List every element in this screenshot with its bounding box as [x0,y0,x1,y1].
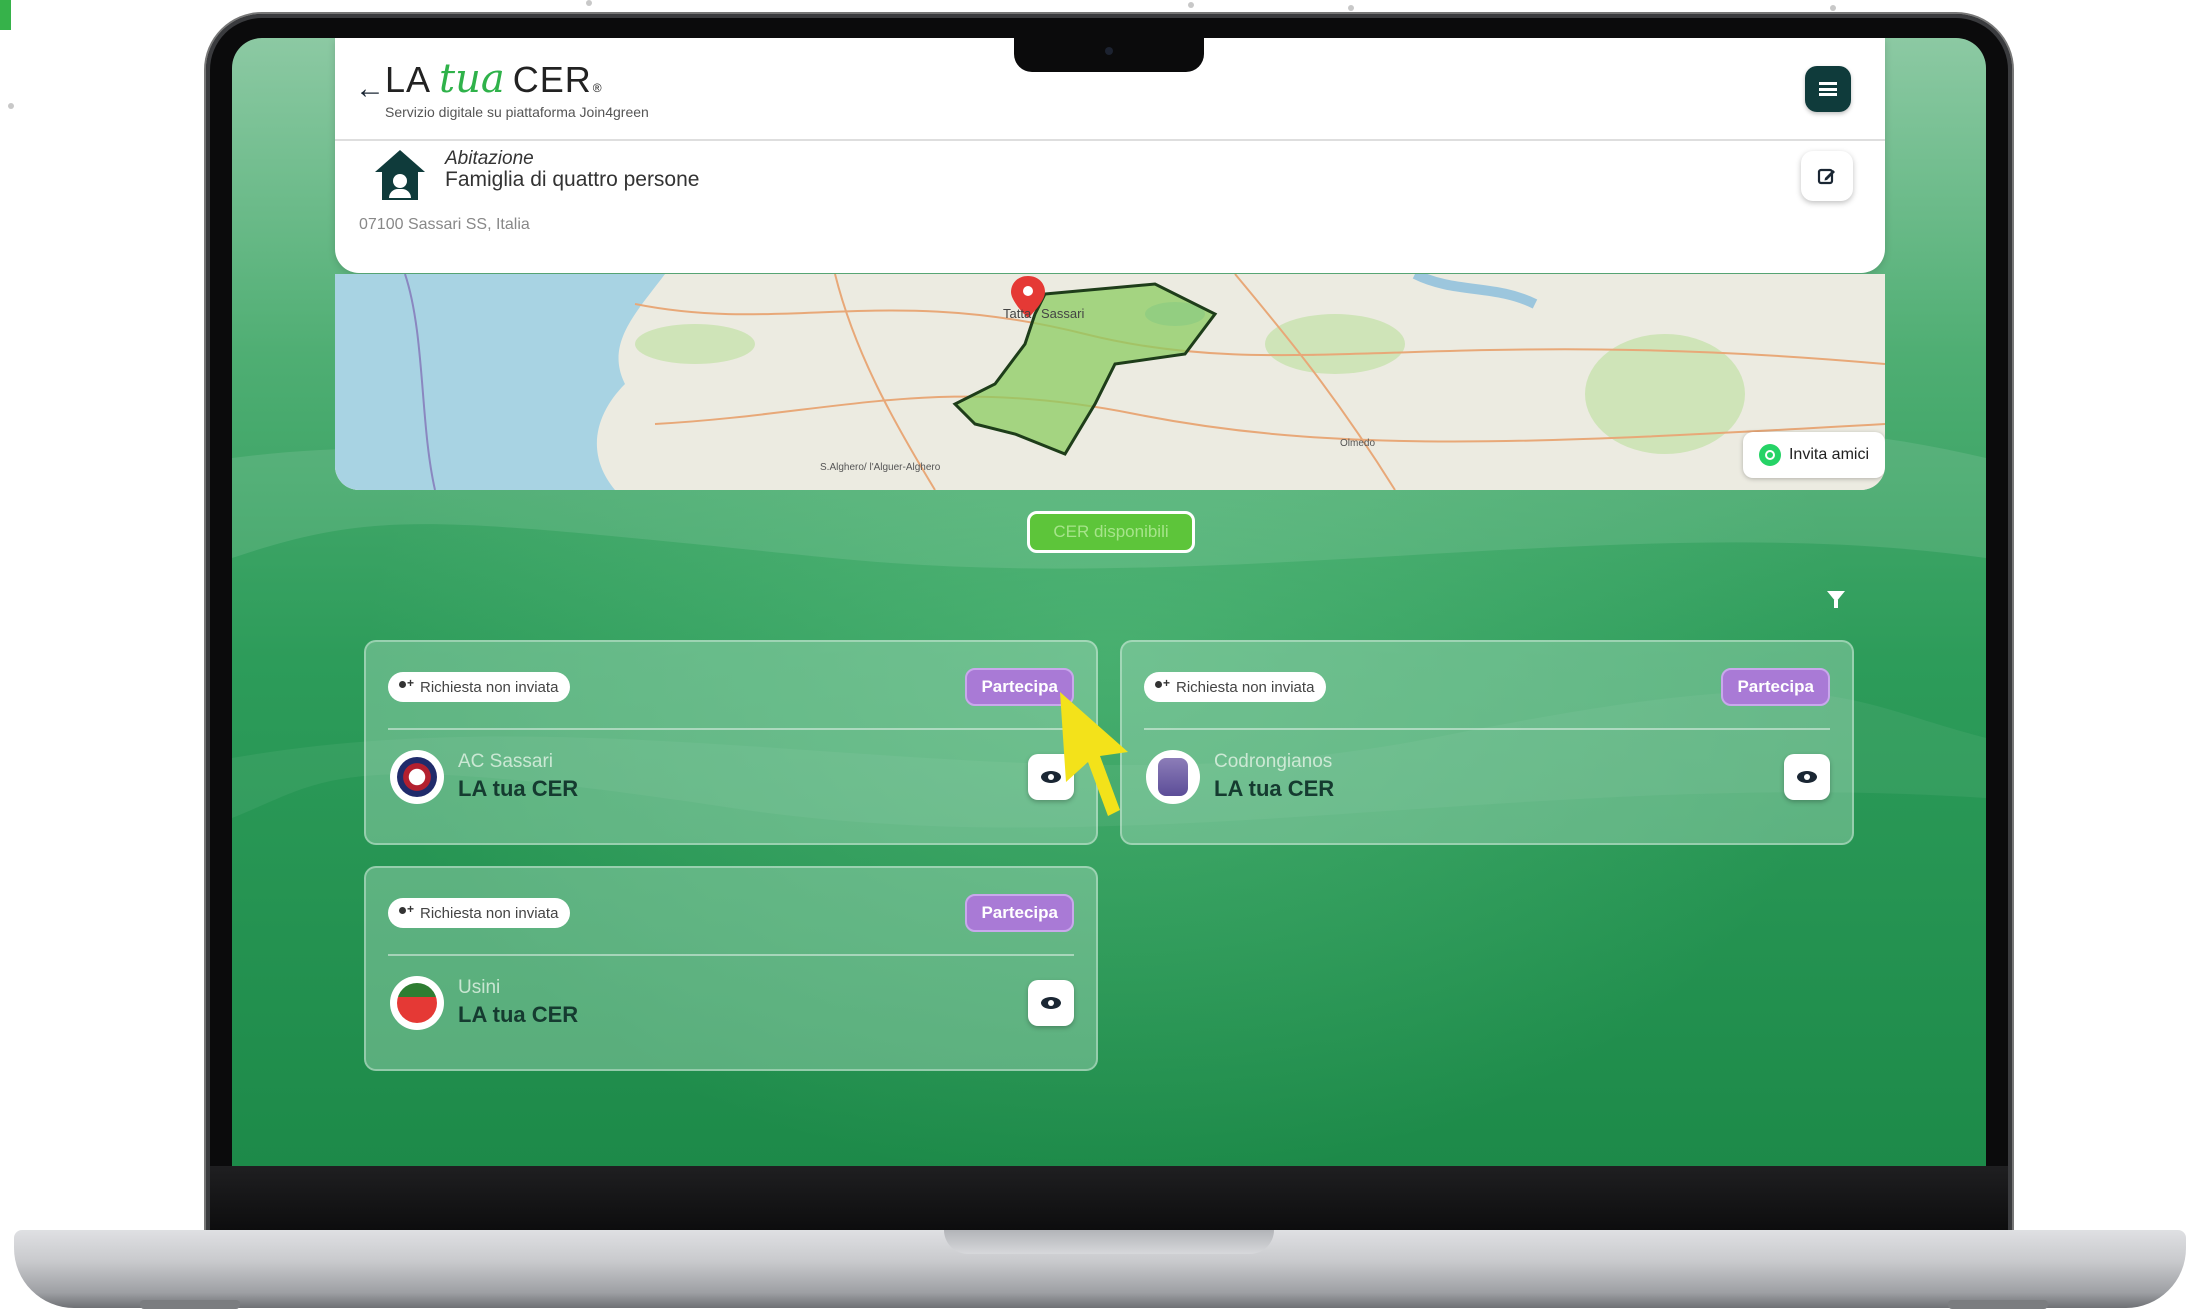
map-label-tatta: Tatta [1003,306,1032,321]
house-icon [375,150,425,202]
decorative-green-bar [0,0,11,30]
status-text: Richiesta non inviata [1176,678,1315,696]
card-divider [388,954,1074,956]
join-button[interactable]: Partecipa [965,894,1074,932]
cer-card: Richiesta non inviata Partecipa Codrongi… [1120,640,1854,845]
camera-icon [1105,47,1113,55]
status-badge: Richiesta non inviata [1144,672,1327,702]
app-subtitle: Servizio digitale su piattaforma Join4gr… [385,104,649,120]
decorative-dot [1188,2,1194,8]
card-city: Codrongianos [1214,751,1333,772]
decorative-dot [1830,5,1836,11]
header-divider [335,139,1885,141]
view-button[interactable] [1028,980,1074,1026]
user-plus-icon [398,902,414,919]
status-badge: Richiesta non inviata [388,672,571,702]
edit-profile-button[interactable] [1801,151,1853,201]
edit-icon [1817,168,1835,185]
whatsapp-icon [1758,444,1781,466]
cer-card: Richiesta non inviata Partecipa Usini LA… [364,866,1098,1071]
card-city: AC Sassari [458,751,554,772]
city-crest-icon [1146,750,1200,804]
decorative-dot [586,0,592,6]
brand-la: LA [385,59,432,100]
brand-tua: tua [439,56,505,102]
app-logo: LA tua CER ® Servizio digitale su piatta… [385,56,649,120]
city-crest-icon [390,750,444,804]
decorative-dot [8,103,14,109]
invite-friends-button[interactable]: Invita amici [1743,432,1885,478]
user-plus-icon [398,676,414,693]
eye-icon [1797,771,1817,783]
invite-label: Invita amici [1788,446,1870,463]
laptop-foot [140,1300,240,1309]
card-divider [1144,728,1830,730]
user-plus-icon [1154,676,1170,693]
decorative-dot [1348,5,1354,11]
card-title: LA tua CER [1214,776,1335,801]
laptop-opening-notch [944,1230,1274,1254]
map-label-alghero: S.Alghero/ l'Alguer-Alghero [820,462,941,473]
laptop-foot [1948,1300,2048,1309]
map-graphic: Tatta Sassari S.Alghero/ l'Alguer-Algher… [335,274,1885,490]
card-title: LA tua CER [458,776,579,801]
card-title: LA tua CER [458,1002,579,1027]
cer-card: Richiesta non inviata Partecipa AC Sassa… [364,640,1098,845]
card-city: Usini [458,977,501,998]
cursor-pointer-icon [1060,692,1128,816]
brand-registered-mark: ® [592,81,602,95]
status-text: Richiesta non inviata [420,904,559,922]
app-screen: ← LA tua CER ® Servizio digitale su piat… [232,38,1986,1166]
status-text: Richiesta non inviata [420,678,559,696]
profile-description: Famiglia di quattro persone [445,168,700,191]
join-button[interactable]: Partecipa [1721,668,1830,706]
map-label-olmedo: Olmedo [1340,438,1375,449]
laptop-bottom-bezel [210,1166,2008,1230]
eye-icon [1041,997,1061,1009]
camera-notch [1014,38,1204,72]
status-badge: Richiesta non inviata [388,898,571,928]
card-divider [388,728,1074,730]
view-button[interactable] [1784,754,1830,800]
profile-address: 07100 Sassari SS, Italia [359,216,530,233]
filter-icon[interactable] [1827,591,1845,608]
brand-cer: CER [512,59,592,100]
map-label-sassari: Sassari [1041,306,1084,321]
map-view[interactable]: Tatta Sassari S.Alghero/ l'Alguer-Algher… [335,274,1885,490]
cer-available-button[interactable]: CER disponibili [1027,511,1195,553]
arrow-left-icon[interactable]: ← [355,72,385,106]
header-card: ← LA tua CER ® Servizio digitale su piat… [335,38,1885,273]
hamburger-menu-icon [1819,82,1837,96]
city-crest-icon [390,976,444,1030]
menu-button[interactable] [1805,66,1851,112]
profile-type: Abitazione [445,148,534,169]
